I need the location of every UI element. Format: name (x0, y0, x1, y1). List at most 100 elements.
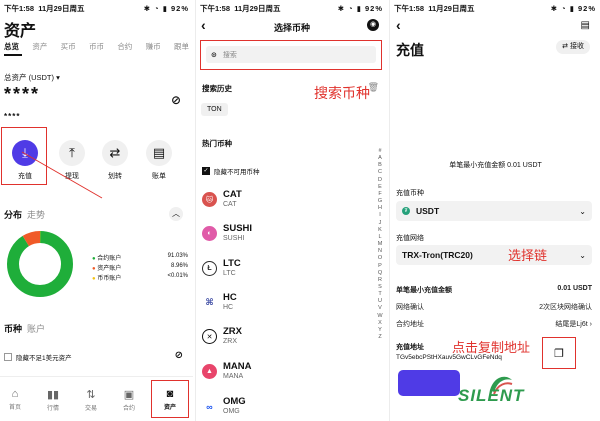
alphabet-letter[interactable]: L (376, 234, 384, 241)
alphabet-letter[interactable]: A (376, 155, 384, 162)
alphabet-letter[interactable]: P (376, 263, 384, 270)
coin-symbol: LTC (223, 258, 241, 269)
tab-spot[interactable]: 币币 (89, 41, 104, 55)
alphabet-letter[interactable]: N (376, 248, 384, 255)
search-input[interactable]: ⊙ 搜索 (206, 46, 376, 63)
alphabet-letter[interactable]: K (376, 227, 384, 234)
chevron-down-icon: ⌄ (579, 250, 586, 260)
search-icon[interactable]: ⊘ (175, 350, 183, 361)
chevron-right-icon: › (589, 321, 592, 328)
alphabet-letter[interactable]: C (376, 169, 384, 176)
tab-buy[interactable]: 买币 (61, 41, 76, 55)
alphabet-letter[interactable]: S (376, 284, 384, 291)
address-label: 充值地址 (396, 344, 424, 351)
home-icon: ⌂ (11, 388, 19, 400)
network-select[interactable]: TRX-Tron(TRC20) ⌄ (396, 245, 592, 265)
coin-select[interactable]: ₮ USDT ⌄ (396, 201, 592, 221)
page-title: 资产 (4, 23, 37, 40)
alphabet-letter[interactable]: O (376, 255, 384, 262)
tab-futures[interactable]: 合约 (117, 41, 132, 55)
hide-unavailable-checkbox[interactable]: ✓ 隐藏不可用币种 (202, 166, 260, 176)
coin-row-sushi[interactable]: ◐ SUSHI SUSHI (202, 224, 252, 243)
signal-icon: ✱ ◔ ▮ (550, 3, 575, 13)
tab-overview[interactable]: 总览 (4, 41, 19, 55)
tab-coin[interactable]: 币种 (4, 324, 22, 334)
swap-icon: ⇄ (562, 43, 569, 50)
alphabet-letter[interactable]: W (376, 313, 384, 320)
total-assets-label[interactable]: 总资产 (USDT) ▾ (4, 72, 60, 83)
market-icon: ▮▮ (46, 389, 60, 401)
alphabet-letter[interactable]: Y (376, 327, 384, 334)
alphabet-letter[interactable]: X (376, 320, 384, 327)
delete-history-icon[interactable]: 🗑 (368, 82, 379, 93)
hide-eye-icon[interactable]: ⊘ (171, 93, 181, 107)
copy-button[interactable]: ❐ (542, 337, 576, 369)
legend-value: 91.03% (167, 253, 188, 259)
status-time: 下午1:58 (394, 3, 425, 13)
coin-name: MANA (223, 373, 244, 380)
coin-symbol: CAT (223, 189, 242, 200)
coin-row-mana[interactable]: ▲ MANA MANA (202, 362, 252, 381)
total-assets-value: **** (4, 84, 41, 104)
history-chip[interactable]: TON (201, 103, 228, 116)
alphabet-letter[interactable]: E (376, 184, 384, 191)
alphabet-letter[interactable]: F (376, 191, 384, 198)
coin-row-cat[interactable]: 🐱 CAT CAT (202, 190, 242, 209)
nav-futures[interactable]: ▣ 合约 (114, 388, 144, 412)
sushi-coin-icon: ◐ (202, 226, 217, 241)
tab-trend[interactable]: 走势 (27, 210, 45, 220)
alphabet-letter[interactable]: J (376, 220, 384, 227)
alphabet-letter[interactable]: U (376, 298, 384, 305)
total-assets-text: 总资产 (USDT) (4, 73, 54, 82)
alphabet-letter[interactable]: # (376, 148, 384, 155)
alphabet-index[interactable]: # A B C D E F G H I J K L M N O P Q R S T U V W X Y Z (376, 148, 384, 341)
nav-assets[interactable]: ◙ 资产 (155, 388, 185, 411)
record-icon[interactable]: ▤ (581, 20, 590, 31)
tab-account[interactable]: 账户 (27, 324, 45, 334)
coin-row-omg[interactable]: ∞ OMG OMG (202, 397, 246, 416)
save-button[interactable] (398, 370, 460, 396)
hide-unavailable-label: 隐藏不可用币种 (214, 169, 260, 176)
pointer-arrow (21, 151, 103, 199)
history-label: 搜索历史 (202, 84, 232, 93)
alphabet-letter[interactable]: V (376, 305, 384, 312)
search-annotation: 搜索币种 (314, 85, 370, 101)
alphabet-letter[interactable]: T (376, 291, 384, 298)
alphabet-letter[interactable]: G (376, 198, 384, 205)
back-icon[interactable]: ‹ (396, 17, 401, 33)
nav-home[interactable]: ⌂ 首页 (0, 388, 30, 411)
tab-assets[interactable]: 资产 (32, 41, 47, 55)
alphabet-letter[interactable]: D (376, 177, 384, 184)
alphabet-letter[interactable]: Z (376, 334, 384, 341)
donut-slice (7, 231, 73, 297)
search-highlight: ⊙ 搜索 (200, 40, 382, 70)
tab-earn[interactable]: 赚币 (146, 41, 161, 55)
alphabet-letter[interactable]: I (376, 212, 384, 219)
alphabet-letter[interactable]: M (376, 241, 384, 248)
alphabet-letter[interactable]: H (376, 205, 384, 212)
legend-dot-icon: ● (92, 276, 96, 282)
network-annotation: 选择链 (508, 248, 548, 263)
support-icon[interactable]: ◉ (367, 19, 379, 31)
tab-distribution[interactable]: 分布 (4, 210, 22, 220)
info-row[interactable]: 合约地址 结尾是Lj6t › (396, 319, 592, 329)
alphabet-letter[interactable]: Q (376, 270, 384, 277)
alphabet-letter[interactable]: B (376, 162, 384, 169)
coin-row-zrx[interactable]: ✕ ZRX ZRX (202, 327, 242, 346)
legend-dot-icon: ● (92, 256, 96, 262)
coin-row-ltc[interactable]: Ł LTC LTC (202, 259, 241, 278)
collapse-icon[interactable]: ︿ (169, 207, 183, 221)
receive-button[interactable]: ⇄ 接收 (556, 40, 590, 54)
coin-row-hc[interactable]: ⌘ HC HC (202, 293, 237, 312)
alphabet-letter[interactable]: R (376, 277, 384, 284)
search-placeholder: 搜索 (222, 51, 237, 59)
nav-market[interactable]: ▮▮ 行情 (38, 388, 68, 412)
coin-label: 充值币种 (396, 190, 424, 197)
nav-trade[interactable]: ⇅ 交易 (76, 388, 106, 412)
hide-small-checkbox[interactable]: 隐藏不足1美元资产 (4, 352, 72, 362)
legend-item: ● 币币账户 <0.01% (92, 273, 188, 283)
nav-home-label: 首页 (8, 405, 21, 411)
hc-coin-icon: ⌘ (202, 295, 217, 310)
watermark-logo: SILENT (458, 372, 548, 412)
tab-copy[interactable]: 跟单 (174, 41, 189, 55)
